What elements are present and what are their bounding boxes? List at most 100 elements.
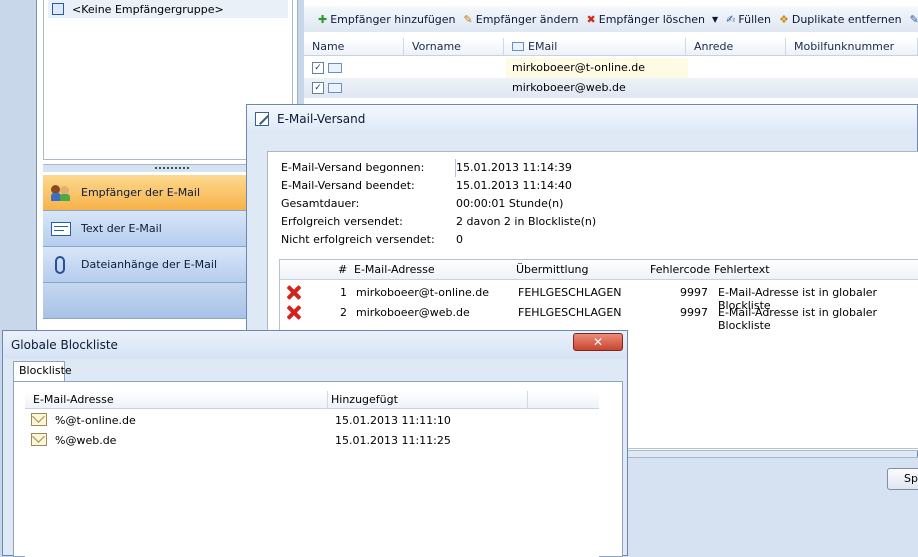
nav-recipients[interactable]: Empfänger der E-Mail [43, 175, 279, 211]
row-error-text: E-Mail-Adresse ist in globaler Blocklist… [718, 306, 878, 332]
blocklist-header: E-Mail-Adresse Hinzugefügt [25, 391, 599, 409]
info-label: E-Mail-Versand beendet: [281, 179, 415, 192]
chevron-down-icon[interactable]: ▼ [712, 15, 718, 24]
col-name[interactable]: Name [304, 38, 404, 55]
info-label: Nicht erfolgreich versendet: [281, 233, 435, 246]
col-email[interactable]: EMail [504, 38, 686, 55]
row-code: 9997 [680, 306, 708, 319]
splitter-grip [155, 167, 189, 170]
info-label: Gesamtdauer: [281, 197, 360, 210]
info-row: Erfolgreich versendet: 2 davon 2 in Block… [267, 213, 918, 231]
envelope-icon [328, 83, 342, 93]
row-num: 2 [340, 306, 347, 319]
info-row: E-Mail-Versand beendet: 15.01.2013 11:14:… [267, 177, 918, 195]
send-mail-icon [255, 112, 269, 126]
info-value: 00:00:01 Stunde(n) [456, 197, 564, 210]
pen-icon: ✎ [909, 12, 918, 26]
info-value: 15.01.2013 11:14:39 [456, 161, 572, 174]
remove-duplicates-label: Duplikate entfernen [791, 12, 902, 26]
list-item[interactable]: %@web.de 15.01.2013 11:11:25 [25, 431, 599, 451]
row-status: FEHLGESCHLAGEN [518, 306, 622, 319]
failed-icon [286, 304, 302, 320]
error-table-header: # E-Mail-Adresse Übermittlung Fehlercode… [280, 260, 918, 280]
more-button[interactable]: ✎ F [910, 13, 918, 26]
list-item[interactable]: %@t-online.de 15.01.2013 11:11:10 [25, 411, 599, 431]
fill-label: Füllen [738, 12, 771, 26]
col-error-code[interactable]: Fehlercode [650, 263, 710, 276]
nav-attachments-label: Dateianhänge der E-Mail [81, 258, 218, 271]
remove-duplicates-button[interactable]: ❖ Duplikate entfernen [779, 13, 902, 26]
row-status: FEHLGESCHLAGEN [518, 286, 622, 299]
row-email: mirkoboeer@web.de [356, 306, 470, 319]
blocklist-title: Globale Blockliste [11, 338, 118, 352]
message-icon [51, 221, 71, 236]
edit-recipient-button[interactable]: ✎ Empfänger ändern [464, 13, 579, 26]
close-button[interactable]: ✕ [573, 333, 623, 351]
fill-button[interactable]: ✍ Füllen [726, 13, 771, 26]
info-value: 0 [456, 233, 463, 246]
nav-attachments[interactable]: Dateianhänge der E-Mail [43, 247, 279, 283]
failed-icon [286, 284, 302, 300]
col-email-address[interactable]: E-Mail-Adresse [33, 393, 114, 406]
col-added[interactable]: Hinzugefügt [331, 393, 398, 406]
table-row[interactable]: 1 mirkoboeer@t-online.de FEHLGESCHLAGEN … [280, 282, 918, 312]
delete-recipient-label: Empfänger löschen [598, 12, 706, 26]
envelope-icon [31, 413, 47, 426]
info-label: Erfolgreich versendet: [281, 215, 403, 228]
global-blocklist-dialog: Globale Blockliste ✕ Blockliste E-Mail-A… [2, 330, 628, 557]
tab-blocklist[interactable]: Blockliste [13, 361, 72, 381]
col-email-address[interactable]: E-Mail-Adresse [354, 263, 435, 276]
row-email: mirkoboeer@t-online.de [356, 286, 490, 299]
blocked-email: %@t-online.de [55, 414, 136, 427]
envelope-icon [31, 433, 47, 446]
row-email: mirkoboeer@web.de [512, 81, 626, 94]
envelope-icon [328, 63, 342, 73]
nav-text[interactable]: Text der E-Mail [43, 211, 279, 247]
table-row[interactable]: ✓ mirkoboeer@t-online.de [304, 58, 918, 78]
save-button[interactable]: Sp [887, 468, 918, 490]
info-row: E-Mail-Versand begonnen: 15.01.2013 11:14… [267, 159, 918, 177]
info-row: Gesamtdauer: 00:00:01 Stunde(n) [267, 195, 918, 213]
added-date: 15.01.2013 11:11:10 [335, 414, 451, 427]
added-date: 15.01.2013 11:11:25 [335, 434, 451, 447]
dialog-title: E-Mail-Versand [277, 112, 366, 126]
row-email: mirkoboeer@t-online.de [506, 58, 688, 78]
duplicates-icon: ❖ [778, 12, 789, 26]
col-email-label: EMail [528, 40, 558, 53]
nav-text-label: Text der E-Mail [81, 222, 162, 235]
blocklist-table: E-Mail-Adresse Hinzugefügt %@t-online.de… [25, 391, 599, 557]
blocklist-titlebar[interactable]: Globale Blockliste [3, 331, 627, 359]
edit-user-icon: ✎ [463, 12, 473, 26]
nav-recipients-label: Empfänger der E-Mail [81, 186, 201, 199]
delete-recipient-button[interactable]: ✖ Empfänger löschen ▼ [587, 13, 719, 26]
envelope-icon [512, 42, 524, 51]
table-row[interactable]: 2 mirkoboeer@web.de FEHLGESCHLAGEN 9997 … [280, 302, 918, 332]
info-value: 2 davon 2 in Blockliste(n) [456, 215, 597, 228]
col-vorname[interactable]: Vorname [404, 38, 504, 55]
info-row: Nicht erfolgreich versendet: 0 [267, 231, 918, 249]
add-user-icon: ✚ [318, 12, 328, 26]
col-mobile[interactable]: Mobilfunknummer [786, 38, 918, 55]
add-recipient-label: Empfänger hinzufügen [330, 12, 456, 26]
edit-recipient-label: Empfänger ändern [475, 12, 579, 26]
col-num[interactable]: # [338, 263, 347, 276]
group-icon [52, 3, 64, 15]
toolbar: ✚ Empfänger hinzufügen ✎ Empfänger änder… [304, 6, 918, 32]
row-code: 9997 [680, 286, 708, 299]
nav-empty [43, 283, 279, 319]
row-num: 1 [340, 286, 347, 299]
blocked-email: %@web.de [55, 434, 117, 447]
col-anrede[interactable]: Anrede [686, 38, 786, 55]
group-item[interactable]: <Keine Empfängergruppe> [48, 0, 288, 18]
row-checkbox[interactable]: ✓ [312, 62, 324, 74]
delete-user-icon: ✖ [586, 12, 596, 26]
fill-icon: ✍ [726, 12, 736, 26]
group-item-label: <Keine Empfängergruppe> [72, 2, 224, 16]
add-recipient-button[interactable]: ✚ Empfänger hinzufügen [318, 13, 456, 26]
col-error-text[interactable]: Fehlertext [714, 263, 770, 276]
table-row[interactable]: ✓ mirkoboeer@web.de [304, 78, 918, 98]
users-icon [51, 184, 71, 201]
row-checkbox[interactable]: ✓ [312, 82, 324, 94]
dialog-titlebar[interactable]: E-Mail-Versand [247, 105, 917, 133]
col-transmission[interactable]: Übermittlung [516, 263, 589, 276]
